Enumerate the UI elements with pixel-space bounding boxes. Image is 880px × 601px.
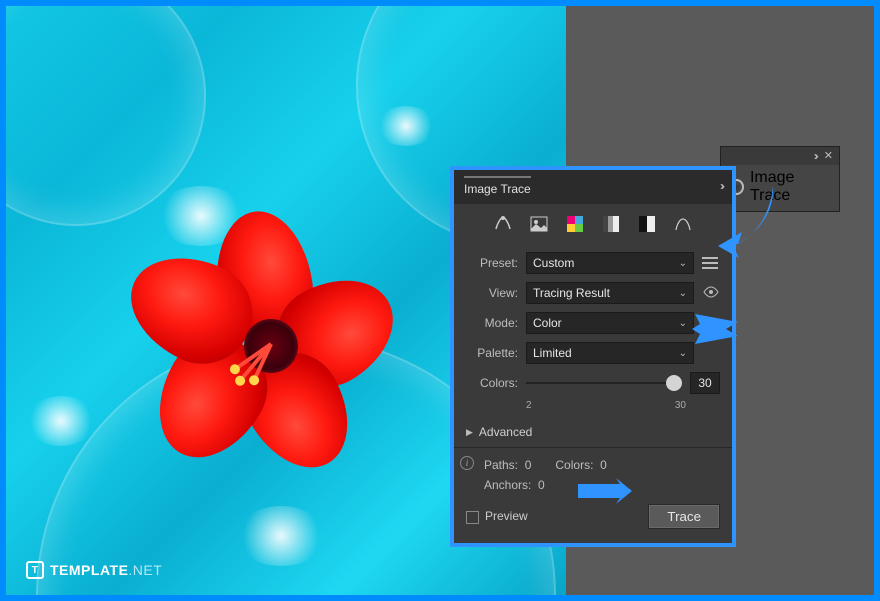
dock-close-icon[interactable]: ✕ — [824, 149, 833, 163]
info-icon: i — [460, 456, 474, 470]
slider-handle[interactable] — [666, 375, 682, 391]
mode-label: Mode: — [466, 316, 518, 330]
trace-stats: i Paths: 0 Colors: 0 Anchors: 0 — [466, 454, 720, 492]
watermark-logo-icon: T — [26, 561, 44, 579]
image-trace-panel: Image Trace ›› Preset: Custom ⌄ View: — [450, 166, 736, 547]
app-frame: T TEMPLATE.NET ›› ✕ Image Trace Image Tr… — [6, 6, 874, 595]
chevron-down-icon: ⌄ — [679, 348, 687, 359]
palette-dropdown[interactable]: Limited ⌄ — [526, 342, 694, 364]
colors-slider[interactable] — [526, 372, 682, 394]
preview-label: Preview — [485, 509, 528, 523]
preview-checkbox[interactable]: Preview — [466, 509, 528, 523]
paths-value: 0 — [525, 458, 532, 472]
preset-value: Custom — [533, 256, 574, 270]
watermark-brand: TEMPLATE.NET — [50, 562, 162, 578]
chevron-down-icon: ⌄ — [679, 258, 687, 269]
panel-collapse-icon[interactable]: ›› — [720, 179, 722, 193]
triangle-right-icon: ▶ — [466, 427, 473, 438]
panel-titlebar[interactable]: Image Trace ›› — [454, 170, 732, 204]
mode-value: Color — [533, 316, 562, 330]
slider-max: 30 — [675, 400, 686, 411]
low-color-icon[interactable] — [564, 214, 586, 234]
colors-stat-value: 0 — [600, 458, 607, 472]
dock-collapse-icon[interactable]: ›› — [814, 149, 816, 163]
watermark: T TEMPLATE.NET — [26, 561, 162, 579]
anchors-label: Anchors: — [484, 478, 531, 492]
slider-min: 2 — [526, 400, 532, 411]
highlight — [376, 106, 436, 146]
mode-dropdown[interactable]: Color ⌄ — [526, 312, 694, 334]
colors-input[interactable]: 30 — [690, 372, 720, 394]
paths-label: Paths: — [484, 458, 518, 472]
chevron-down-icon: ⌄ — [679, 318, 687, 329]
dock-title[interactable]: Image Trace — [750, 169, 831, 205]
advanced-label: Advanced — [479, 425, 532, 439]
colors-label: Colors: — [466, 376, 518, 390]
advanced-toggle[interactable]: ▶ Advanced — [466, 425, 720, 439]
high-color-icon[interactable] — [528, 214, 550, 234]
anchors-value: 0 — [538, 478, 545, 492]
view-dropdown[interactable]: Tracing Result ⌄ — [526, 282, 694, 304]
palette-value: Limited — [533, 346, 572, 360]
colors-stat-label: Colors: — [555, 458, 593, 472]
flower-image[interactable] — [156, 231, 386, 461]
auto-color-icon[interactable] — [492, 214, 514, 234]
image-trace-dock[interactable]: ›› ✕ Image Trace — [720, 146, 840, 212]
grayscale-icon[interactable] — [600, 214, 622, 234]
view-label: View: — [466, 286, 518, 300]
black-white-icon[interactable] — [636, 214, 658, 234]
highlight — [26, 396, 96, 446]
preset-dropdown[interactable]: Custom ⌄ — [526, 252, 694, 274]
preset-label: Preset: — [466, 256, 518, 270]
trace-button[interactable]: Trace — [648, 504, 720, 529]
preset-iconbar — [454, 204, 732, 240]
outline-icon[interactable] — [672, 214, 694, 234]
eye-icon[interactable] — [702, 286, 720, 301]
view-value: Tracing Result — [533, 286, 610, 300]
panel-title: Image Trace — [464, 176, 531, 196]
preset-menu-button[interactable] — [702, 257, 720, 269]
separator — [454, 447, 732, 448]
palette-label: Palette: — [466, 346, 518, 360]
highlight — [236, 506, 326, 566]
chevron-down-icon: ⌄ — [679, 288, 687, 299]
